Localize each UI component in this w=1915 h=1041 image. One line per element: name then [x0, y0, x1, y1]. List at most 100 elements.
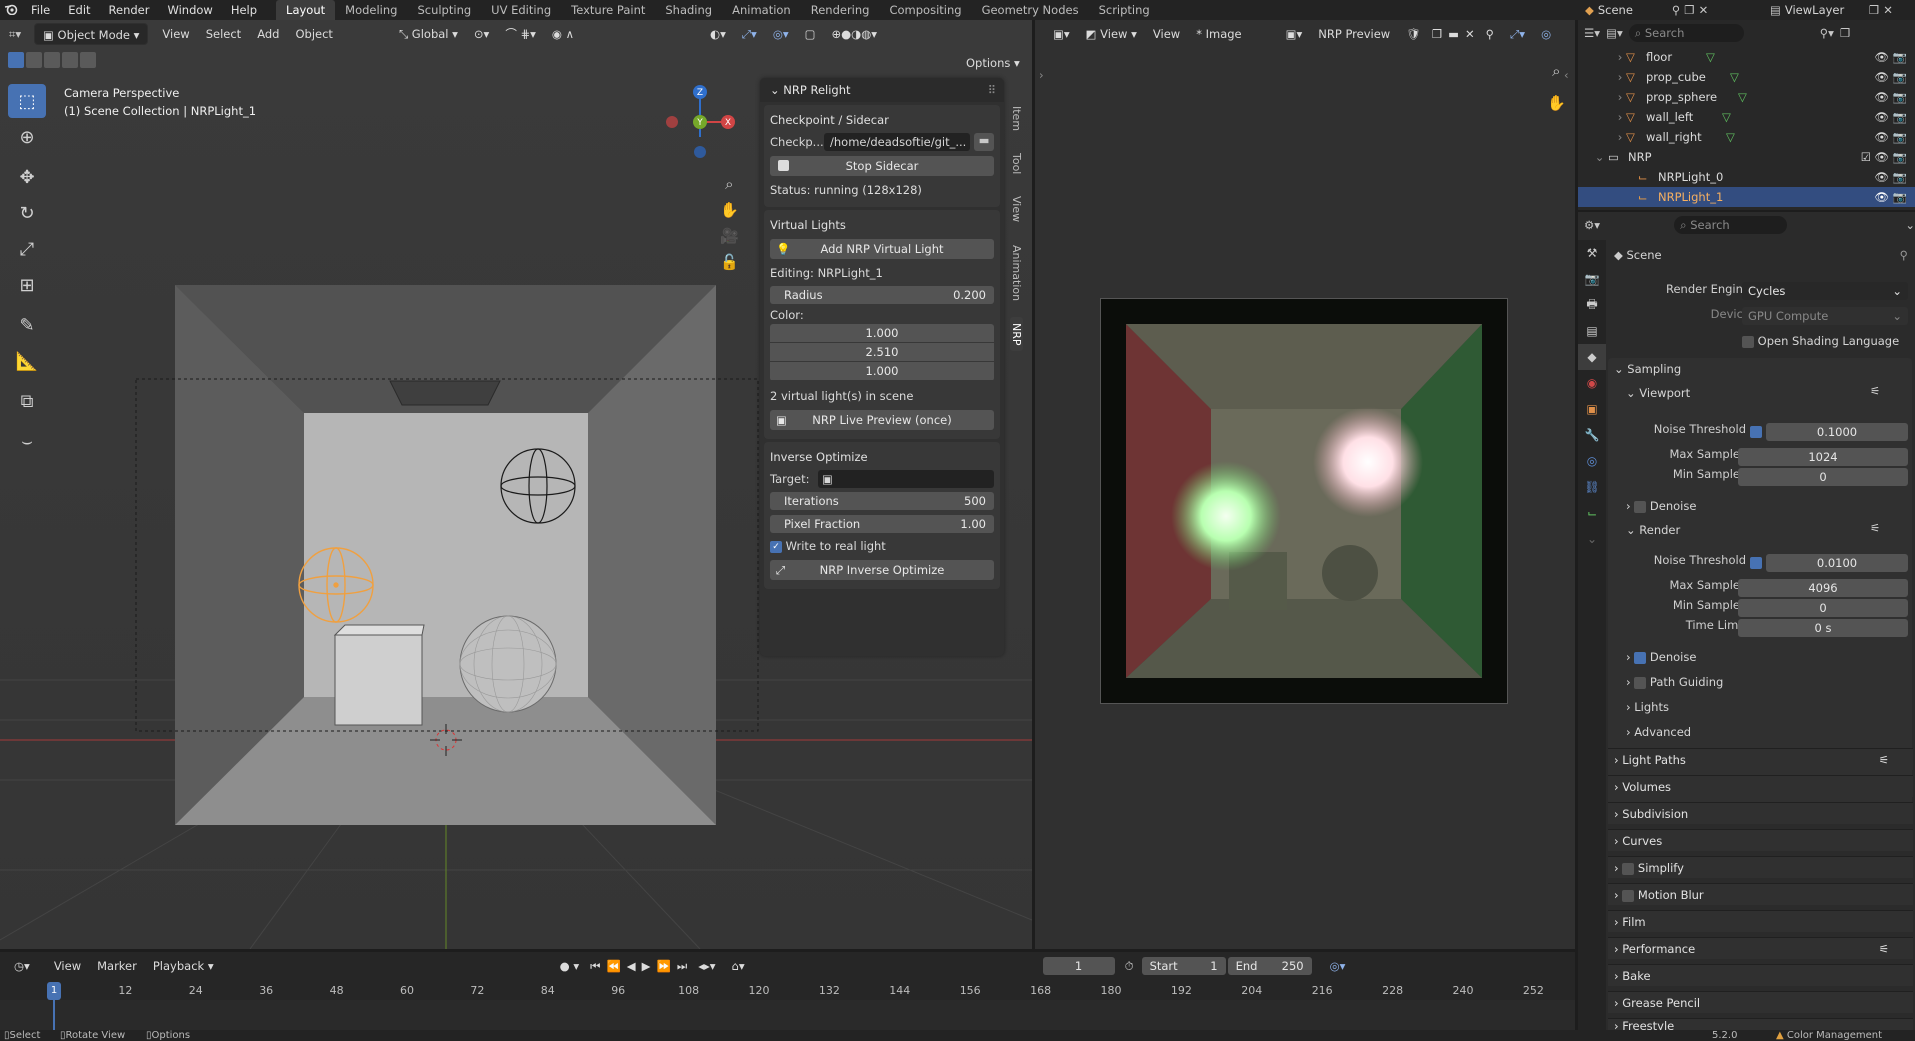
add-cube-tool-icon[interactable]: ⧉: [8, 384, 46, 418]
render-camera-icon[interactable]: 📷: [1893, 147, 1907, 167]
r-noise-threshold-field[interactable]: 0.0100: [1766, 554, 1908, 572]
delete-view-layer-icon[interactable]: ✕: [1883, 3, 1893, 17]
visibility-eye-icon[interactable]: 👁: [1874, 187, 1889, 207]
physics-tab-icon[interactable]: ◎: [1578, 448, 1606, 474]
section-grease-pencil[interactable]: › Grease Pencil: [1608, 991, 1913, 1013]
device-dropdown[interactable]: GPU Compute ⌄: [1742, 307, 1908, 325]
image-editor[interactable]: ▣▾ ◩ View ▾ View * Image ▣▾ NRP Preview …: [1035, 20, 1575, 949]
section-light-paths[interactable]: › Light Paths ⚟: [1608, 748, 1913, 770]
scene-tab-icon[interactable]: ◆: [1578, 344, 1606, 370]
workspace-tab-scripting[interactable]: Scripting: [1089, 0, 1160, 20]
measure-tool-icon[interactable]: 📐: [8, 344, 46, 378]
r-max-samples-field[interactable]: 4096: [1738, 579, 1908, 597]
visibility-eye-icon[interactable]: 👁: [1874, 127, 1889, 147]
vp-noise-threshold-checkbox[interactable]: [1750, 426, 1762, 438]
sidebar-tab-animation[interactable]: Animation: [1010, 239, 1023, 307]
timeline-menu-view[interactable]: View: [46, 955, 89, 977]
timeline-menu-playback[interactable]: Playback ▾: [145, 955, 222, 977]
workspace-tab-animation[interactable]: Animation: [722, 0, 801, 20]
fake-user-icon[interactable]: 🛡: [1398, 23, 1429, 45]
sidebar-tab-tool[interactable]: Tool: [1010, 147, 1023, 180]
collapse-arrow-icon[interactable]: ⌄: [1578, 147, 1608, 167]
color-r-field[interactable]: 1.000: [770, 324, 994, 342]
render-camera-icon[interactable]: 📷: [1893, 107, 1907, 127]
render-camera-icon[interactable]: 📷: [1893, 87, 1907, 107]
auto-keying-icon[interactable]: ● ▾: [552, 955, 587, 977]
section-motion-blur[interactable]: › Motion Blur: [1608, 883, 1913, 905]
jump-end-icon[interactable]: ⏭: [674, 955, 690, 977]
color-b-field[interactable]: 1.000: [770, 362, 994, 380]
constraint-tab-icon[interactable]: ⛓: [1578, 474, 1606, 500]
vp-min-samples-field[interactable]: 0: [1738, 468, 1908, 486]
pixel-fraction-field[interactable]: Pixel Fraction 1.00: [770, 515, 994, 533]
scene-name[interactable]: Scene: [1598, 3, 1668, 17]
viewport-menu-view[interactable]: View: [154, 23, 197, 45]
image-browse-icon[interactable]: ▣▾: [1278, 23, 1311, 45]
unlink-image-icon[interactable]: ✕: [1462, 23, 1478, 45]
jump-keyframe-back-icon[interactable]: ⏪: [603, 955, 623, 977]
visibility-eye-icon[interactable]: 👁: [1874, 67, 1889, 87]
more-tabs-icon[interactable]: ⌄: [1578, 526, 1606, 552]
outliner-row-prop-cube[interactable]: › ▽ prop_cube ▽ 👁 📷: [1578, 67, 1915, 87]
jump-keyframe-forward-icon[interactable]: ⏩: [654, 955, 674, 977]
new-scene-icon[interactable]: ❐: [1684, 3, 1694, 17]
outliner-row-nrplight-0[interactable]: ⌙ NRPLight_0 👁 📷: [1578, 167, 1915, 187]
select-subtract-icon[interactable]: [44, 52, 60, 68]
image-overlay-icon[interactable]: ◎: [1533, 23, 1559, 45]
cursor-tool-icon[interactable]: ⊕: [8, 120, 46, 154]
osl-checkbox[interactable]: [1742, 335, 1754, 348]
outliner-row-wall-left[interactable]: › ▽ wall_left ▽ 👁 📷: [1578, 107, 1915, 127]
new-collection-icon[interactable]: ❐: [1840, 26, 1850, 40]
sidebar-tab-item[interactable]: Item: [1010, 100, 1023, 137]
annotate-tool-icon[interactable]: ✎: [8, 308, 46, 342]
inverse-optimize-button[interactable]: ⤢ NRP Inverse Optimize: [770, 560, 994, 580]
overlay-toggle-icon[interactable]: ◎▾: [765, 23, 797, 45]
outliner-row-floor[interactable]: › ▽ floor ▽ 👁 📷: [1578, 47, 1915, 67]
options-dropdown[interactable]: Options ▾: [958, 52, 1028, 74]
section-bake[interactable]: › Bake: [1608, 964, 1913, 986]
section-subdivision[interactable]: › Subdivision: [1608, 802, 1913, 824]
expand-arrow-icon[interactable]: ›: [1578, 107, 1626, 127]
timeline[interactable]: ◷▾ View Marker Playback ▾ ● ▾ ⏮ ⏪ ◀ ▶ ⏩ …: [0, 952, 1575, 1032]
properties-editor-type-icon[interactable]: ⚙▾: [1584, 218, 1600, 232]
proportional-edit-icon[interactable]: ◉ ∧: [544, 23, 582, 45]
viewport-menu-add[interactable]: Add: [249, 23, 287, 45]
drag-handle-icon[interactable]: ⠿: [988, 78, 996, 102]
section-simplify[interactable]: › Simplify: [1608, 856, 1913, 878]
data-tab-icon[interactable]: ⌙: [1578, 500, 1606, 526]
jump-start-icon[interactable]: ⏮: [587, 955, 603, 977]
rotate-tool-icon[interactable]: ↻: [8, 196, 46, 230]
visibility-eye-icon[interactable]: 👁: [1874, 167, 1889, 187]
move-tool-icon[interactable]: ✥: [8, 160, 46, 194]
blender-logo-icon[interactable]: [0, 3, 22, 18]
xray-icon[interactable]: ▢: [797, 23, 824, 45]
modifier-tab-icon[interactable]: 🔧: [1578, 422, 1606, 448]
image-view-mode-dropdown[interactable]: ◩ View ▾: [1078, 23, 1145, 45]
keying-set-icon[interactable]: ⌂▾: [724, 955, 753, 977]
start-frame-field[interactable]: Start 1: [1141, 957, 1226, 975]
section-freestyle[interactable]: › Freestyle: [1608, 1018, 1913, 1030]
render-tab-icon[interactable]: 📷: [1578, 266, 1606, 292]
output-tab-icon[interactable]: 🖶: [1578, 292, 1606, 318]
outliner[interactable]: ☰▾ ▤▾ ⌕ Search ⚲▾ ❐ › ▽ floor ▽ 👁 📷 › ▽ …: [1578, 20, 1915, 210]
select-extend-icon[interactable]: [26, 52, 42, 68]
navigation-gizmo[interactable]: Z Y X: [660, 82, 740, 162]
vp-denoise-checkbox[interactable]: [1634, 500, 1647, 513]
visibility-eye-icon[interactable]: 👁: [1874, 47, 1889, 67]
select-invert-icon[interactable]: [62, 52, 78, 68]
render-subheader[interactable]: ⌄ Render: [1626, 519, 1680, 541]
lights-subsection[interactable]: › Lights: [1626, 696, 1669, 718]
image-name-field[interactable]: NRP Preview: [1310, 23, 1398, 45]
write-real-light-checkbox[interactable]: ✓: [770, 540, 782, 553]
section-performance[interactable]: › Performance ⚟: [1608, 937, 1913, 959]
outliner-filter-icon[interactable]: ⚲▾: [1820, 26, 1834, 40]
sidebar-expand-icon[interactable]: ‹: [1564, 68, 1569, 82]
open-image-icon[interactable]: ▬: [1445, 23, 1462, 45]
properties-options-icon[interactable]: ⌄: [1905, 218, 1915, 232]
properties-search-field[interactable]: ⌕ Search: [1674, 216, 1788, 234]
toolbar-expand-icon[interactable]: ›: [1039, 68, 1044, 82]
world-tab-icon[interactable]: ◉: [1578, 370, 1606, 396]
menu-file[interactable]: File: [22, 0, 59, 20]
transform-tool-icon[interactable]: ⊞: [8, 268, 46, 302]
path-guiding-row[interactable]: › Path Guiding: [1626, 671, 1723, 693]
